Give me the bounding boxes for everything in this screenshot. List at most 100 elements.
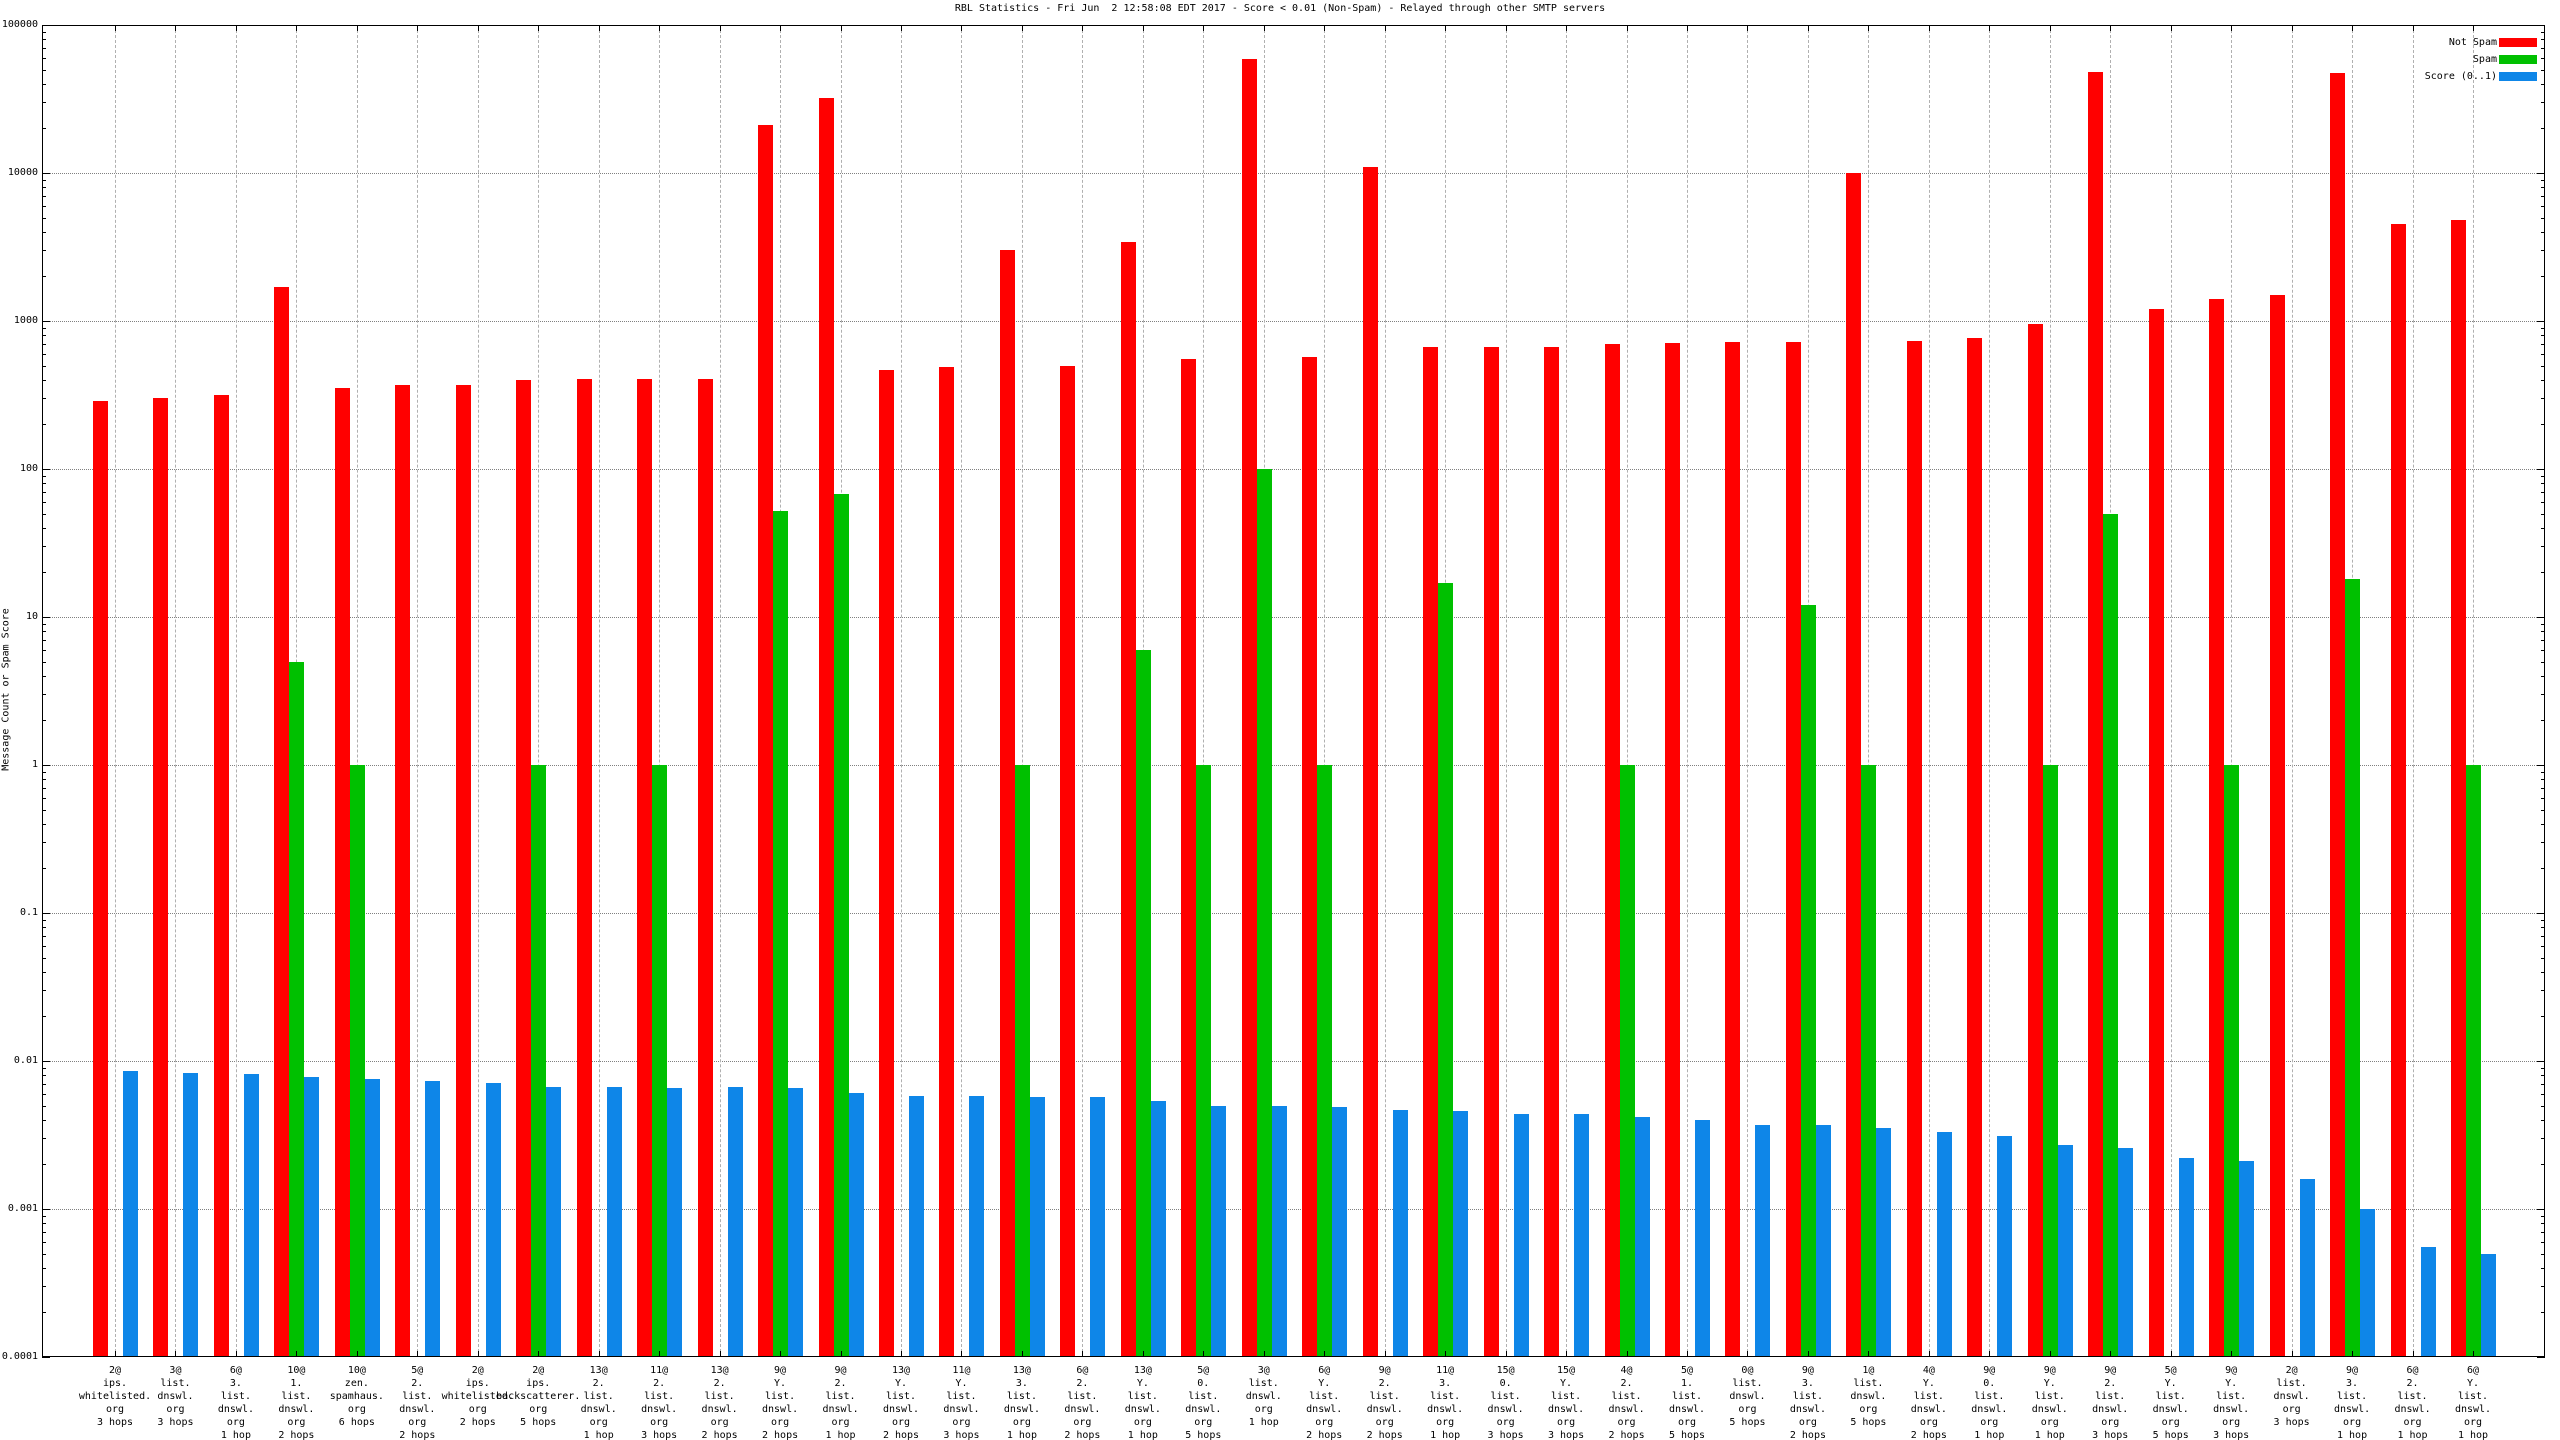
x-tick-bottom: [1687, 1351, 1688, 1357]
y-major-tick: [42, 25, 50, 26]
x-tick-bottom: [477, 1351, 479, 1357]
y-minor-tick: [42, 1286, 46, 1288]
y-minor-tick: [2541, 217, 2545, 219]
x-tick-top: [1566, 25, 1568, 31]
y-minor-tick: [2541, 475, 2545, 477]
x-tick-bottom: [659, 1351, 661, 1357]
y-minor-tick: [42, 424, 46, 426]
y-minor-tick: [2541, 398, 2545, 400]
x-tick-top: [2170, 25, 2172, 31]
y-minor-tick: [42, 491, 46, 493]
y-minor-tick: [42, 639, 46, 641]
x-tick-top: [1747, 25, 1749, 31]
x-tick-top: [1505, 25, 1507, 31]
y-minor-tick: [42, 195, 46, 197]
x-tick-bottom: [2110, 1351, 2112, 1357]
y-minor-tick: [42, 1223, 46, 1225]
y-minor-tick: [42, 919, 46, 921]
y-minor-tick: [2541, 501, 2545, 503]
x-tick-label-line: 5 hops: [1668, 1430, 1706, 1440]
y-minor-tick: [2541, 335, 2545, 337]
y-minor-tick: [42, 343, 46, 345]
y-minor-tick: [42, 779, 46, 781]
x-tick-bottom: [1384, 1351, 1386, 1357]
y-minor-tick: [42, 1231, 46, 1233]
y-minor-tick: [2541, 649, 2545, 651]
y-minor-tick: [42, 1067, 46, 1069]
y-minor-tick: [42, 83, 46, 85]
legend-label-spam: Spam: [2472, 54, 2497, 65]
y-minor-tick: [2541, 1093, 2545, 1095]
x-tick-label-line: 3 hops: [2213, 1430, 2250, 1440]
y-tick-label: 100000: [1, 19, 38, 30]
x-tick-bottom: [2170, 1351, 2172, 1357]
y-minor-tick: [42, 623, 46, 625]
y-minor-tick: [2541, 513, 2545, 515]
y-minor-tick: [42, 398, 46, 400]
x-tick-label-line: Y.: [2466, 1378, 2480, 1389]
y-minor-tick: [2541, 365, 2545, 367]
y-minor-tick: [42, 1241, 46, 1243]
y-minor-tick: [2541, 1241, 2545, 1243]
y-minor-tick: [2541, 1075, 2545, 1077]
y-minor-tick: [2541, 483, 2545, 485]
y-major-tick: [42, 469, 50, 470]
y-minor-tick: [2541, 128, 2545, 130]
y-minor-tick: [42, 1138, 46, 1140]
legend-label-not-spam: Not Spam: [2448, 37, 2497, 48]
y-minor-tick: [42, 1093, 46, 1095]
y-minor-tick: [2541, 527, 2545, 529]
y-minor-tick: [42, 179, 46, 181]
y-minor-tick: [2541, 424, 2545, 426]
y-minor-tick: [2541, 187, 2545, 189]
y-tick-label: 0.01: [13, 1055, 38, 1066]
x-tick-bottom: [2049, 1351, 2051, 1357]
y-minor-tick: [2541, 1016, 2545, 1018]
y-minor-tick: [2541, 1105, 2545, 1107]
x-tick-label-line: 2 hops: [399, 1430, 436, 1440]
y-minor-tick: [42, 809, 46, 811]
y-major-tick: [42, 1061, 50, 1062]
y-minor-tick: [42, 823, 46, 825]
x-tick-top: [1324, 25, 1326, 31]
x-tick-bottom: [356, 1351, 358, 1357]
y-minor-tick: [2541, 250, 2545, 252]
y-tick-label: 0.1: [19, 907, 38, 918]
x-tick-top: [2473, 25, 2474, 31]
x-tick-bottom: [2231, 1351, 2233, 1357]
y-minor-tick: [42, 1016, 46, 1018]
x-tick-bottom: [1626, 1351, 1628, 1357]
y-tick-label: 0.001: [7, 1203, 38, 1214]
x-tick-top: [1263, 25, 1265, 31]
y-tick-label: 1000: [13, 315, 38, 326]
x-tick-top: [1384, 25, 1386, 31]
y-minor-tick: [2541, 353, 2545, 355]
y-minor-tick: [2541, 809, 2545, 811]
x-tick-top: [598, 25, 600, 31]
y-minor-tick: [2541, 276, 2545, 278]
y-minor-tick: [42, 1119, 46, 1121]
legend-item-spam: Spam: [2000, 54, 2545, 65]
y-tick-label: 1: [31, 759, 38, 770]
y-minor-tick: [2541, 779, 2545, 781]
y-minor-tick: [2541, 639, 2545, 641]
y-minor-tick: [42, 365, 46, 367]
x-tick-bottom: [417, 1351, 419, 1357]
y-minor-tick: [42, 720, 46, 722]
x-tick-label-line: dnswl.: [2454, 1404, 2492, 1415]
x-tick-top: [115, 25, 116, 31]
x-tick-top: [1142, 25, 1144, 31]
y-minor-tick: [42, 935, 46, 937]
x-tick-bottom: [1324, 1351, 1326, 1357]
x-tick-top: [1626, 25, 1628, 31]
y-minor-tick: [2541, 1119, 2545, 1121]
x-tick-label-line: 6@: [2466, 1365, 2480, 1376]
x-tick-top: [1687, 25, 1688, 31]
x-tick-label-line: org: [2463, 1417, 2483, 1428]
x-tick-top: [417, 25, 419, 31]
x-tick-top: [1807, 25, 1809, 31]
x-tick-bottom: [175, 1351, 177, 1357]
y-major-tick: [2537, 469, 2545, 470]
x-tick-bottom: [598, 1351, 600, 1357]
y-minor-tick: [42, 250, 46, 252]
